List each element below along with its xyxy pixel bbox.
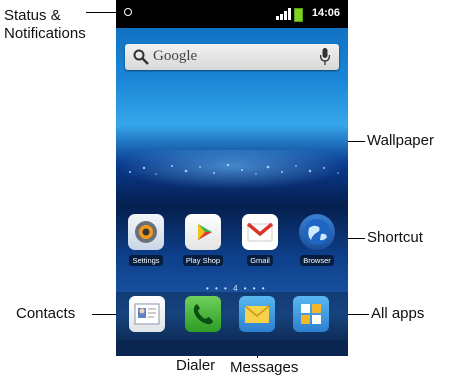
search-icon: [133, 49, 149, 65]
google-search-bar[interactable]: Google: [125, 44, 339, 70]
shortcut-label: Settings: [129, 255, 163, 266]
screen-bottom-edge: [116, 340, 348, 356]
phone-icon[interactable]: [185, 296, 221, 332]
gmail-icon: [242, 214, 278, 250]
gear-icon: [128, 214, 164, 250]
callout-wallpaper: Wallpaper: [367, 132, 434, 149]
microphone-icon[interactable]: [319, 48, 331, 66]
shortcut-label: Browser: [300, 255, 334, 266]
shortcut-play-shop[interactable]: Play Shop: [177, 214, 229, 268]
callout-all-apps: All apps: [371, 305, 425, 322]
envelope-icon[interactable]: [239, 296, 275, 332]
status-time: 14:06: [311, 7, 340, 19]
shortcut-gmail[interactable]: Gmail: [234, 214, 286, 268]
battery-icon: [294, 8, 303, 22]
shortcut-label: Gmail: [247, 255, 273, 266]
callout-status: Status & Notifications: [4, 7, 86, 43]
shortcut-browser[interactable]: Browser: [291, 214, 343, 268]
signal-icon: [276, 8, 291, 20]
callout-contacts: Contacts: [16, 305, 76, 322]
shortcut-settings[interactable]: Settings: [120, 214, 172, 268]
globe-icon: [299, 214, 335, 250]
play-store-icon: [185, 214, 221, 250]
status-bar[interactable]: 14:06: [116, 0, 348, 28]
search-placeholder: Google: [153, 48, 198, 64]
notification-icon: [124, 8, 132, 16]
callout-shortcut: Shortcut: [367, 229, 423, 246]
phone-screen: 14:06 Google Settings Play Shop Gmail Br…: [116, 0, 348, 356]
callout-messages: Messages: [230, 359, 299, 376]
contacts-icon[interactable]: [129, 296, 165, 332]
wallpaper-lights: [129, 163, 339, 175]
callout-dialer: Dialer: [176, 357, 216, 374]
shortcut-label: Play Shop: [182, 255, 224, 266]
callout-status-line1: Status &: [4, 7, 61, 24]
grid-icon[interactable]: [293, 296, 329, 332]
callout-status-line2: Notifications: [4, 25, 86, 42]
